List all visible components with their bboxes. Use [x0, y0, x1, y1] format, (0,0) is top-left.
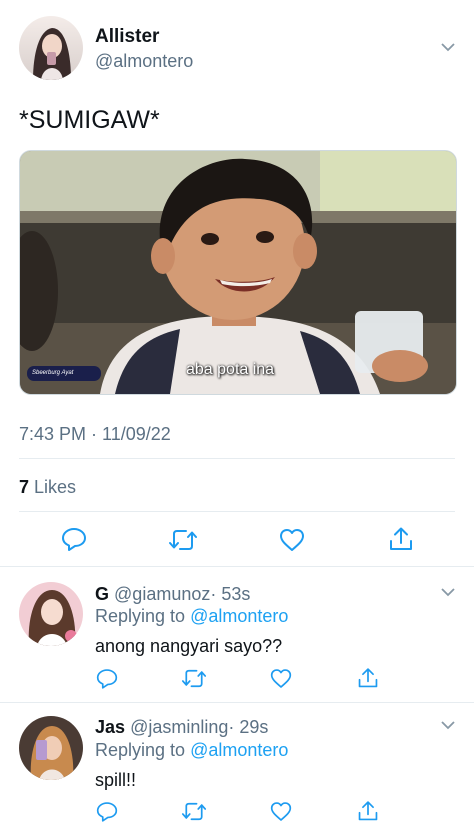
- reply-time[interactable]: · 29s: [228, 717, 268, 737]
- tweet-timestamp[interactable]: 7:43 PM · 11/09/22: [19, 423, 171, 445]
- replying-to-line: Replying to @almontero: [95, 605, 288, 627]
- reply-handle[interactable]: @giamunoz: [114, 584, 210, 604]
- share-icon[interactable]: [357, 800, 379, 822]
- author-avatar[interactable]: [19, 16, 83, 80]
- reply-icon[interactable]: [96, 668, 118, 689]
- reply-display-name[interactable]: G: [95, 584, 109, 604]
- retweet-icon[interactable]: [182, 669, 206, 688]
- share-icon[interactable]: [357, 667, 379, 689]
- replying-to-prefix: Replying to: [95, 606, 186, 626]
- divider: [0, 702, 474, 703]
- reply-text: spill!!: [95, 770, 137, 790]
- like-heart-icon[interactable]: [270, 801, 292, 822]
- share-icon[interactable]: [388, 526, 414, 552]
- replying-to-prefix: Replying to: [95, 740, 186, 760]
- reply-text: anong nangyari sayo??: [95, 636, 283, 656]
- replying-to-link[interactable]: @almontero: [190, 740, 288, 760]
- likes-count: 7: [19, 477, 30, 497]
- reply-display-name[interactable]: Jas: [95, 717, 125, 737]
- reply-avatar[interactable]: [19, 716, 83, 780]
- reply-avatar[interactable]: [19, 582, 83, 646]
- media-caption: aba pota ina: [186, 361, 275, 378]
- media-watermark: Sbeerburg Ayat: [32, 370, 74, 376]
- chevron-down-icon[interactable]: [439, 583, 457, 601]
- reply-header: Jas @jasminling· 29s: [95, 716, 268, 738]
- reply-icon[interactable]: [61, 527, 87, 551]
- retweet-icon[interactable]: [169, 529, 197, 551]
- media-illustration: [20, 151, 456, 394]
- replying-to-line: Replying to @almontero: [95, 739, 288, 761]
- tweet-text: *SUMIGAW*: [19, 106, 160, 134]
- divider: [0, 566, 474, 567]
- reply-icon[interactable]: [96, 801, 118, 822]
- retweet-icon[interactable]: [182, 802, 206, 821]
- author-display-name[interactable]: Allister: [95, 26, 159, 48]
- likes-count-link[interactable]: 7 Likes: [19, 476, 76, 498]
- divider: [19, 511, 455, 512]
- like-heart-icon[interactable]: [270, 668, 292, 689]
- chevron-down-icon[interactable]: [439, 716, 457, 734]
- author-handle[interactable]: @almontero: [95, 51, 193, 71]
- replying-to-link[interactable]: @almontero: [190, 606, 288, 626]
- tweet-media[interactable]: Sbeerburg Ayat aba pota ina: [19, 150, 457, 395]
- reply-header: G @giamunoz· 53s: [95, 583, 250, 605]
- chevron-down-icon[interactable]: [439, 38, 457, 56]
- likes-label: Likes: [34, 477, 77, 497]
- reply-handle[interactable]: @jasminling: [130, 717, 228, 737]
- reply-time[interactable]: · 53s: [210, 584, 250, 604]
- like-heart-icon[interactable]: [279, 528, 305, 552]
- divider: [19, 458, 455, 459]
